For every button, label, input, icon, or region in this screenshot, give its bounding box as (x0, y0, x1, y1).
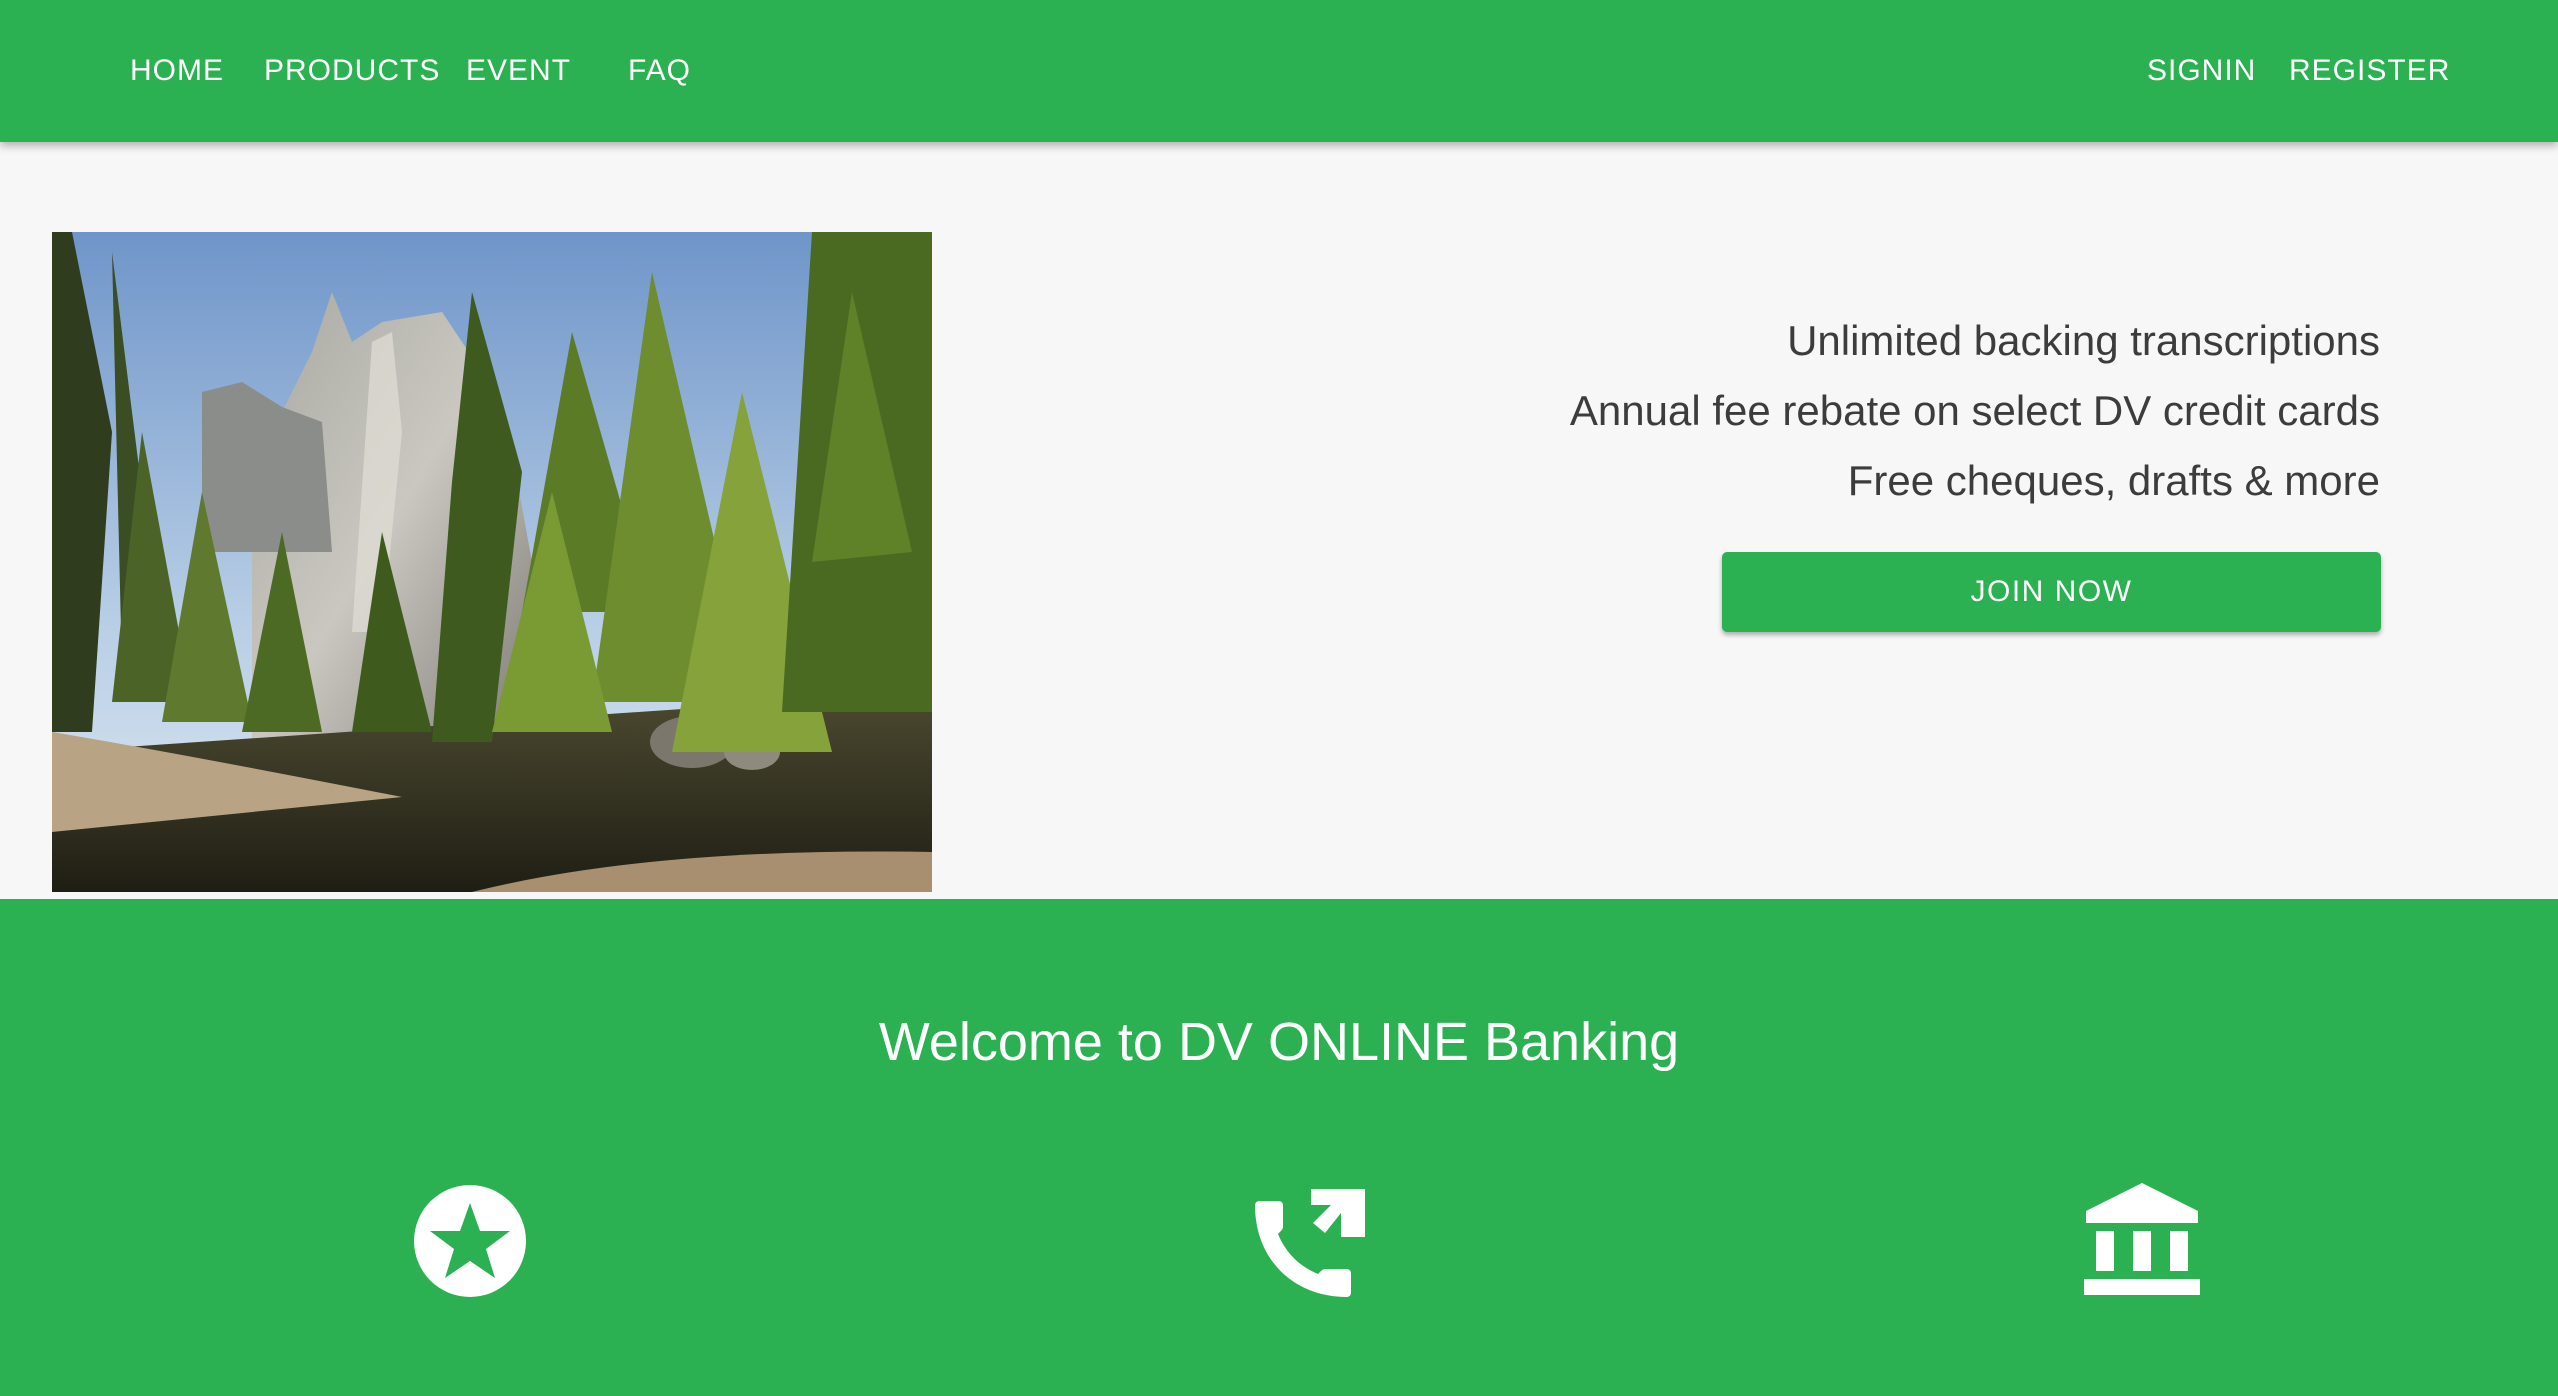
star-circle-icon (408, 1179, 532, 1303)
perk-free-cheques: Free cheques, drafts & more (1847, 457, 2380, 504)
hero-section: Unlimited backing transcriptions Annual … (0, 142, 2558, 899)
nav-register-link[interactable]: REGISTER (2289, 52, 2450, 90)
nav-products-link[interactable]: PRODUCTS (264, 52, 440, 90)
nav-signin-link[interactable]: SIGNIN (2147, 52, 2256, 90)
nav-event-link[interactable]: EVENT (466, 52, 571, 90)
welcome-title: Welcome to DV ONLINE Banking (878, 1012, 1680, 1072)
hero-landscape-image (52, 232, 932, 892)
perk-unlimited-transcriptions: Unlimited backing transcriptions (1787, 317, 2380, 364)
welcome-section: Welcome to DV ONLINE Banking (0, 899, 2558, 1396)
phone-callback-icon (1245, 1179, 1369, 1303)
nav-home-link[interactable]: HOME (130, 52, 224, 90)
perk-annual-fee-rebate: Annual fee rebate on select DV credit ca… (1569, 387, 2380, 434)
nav-faq-link[interactable]: FAQ (628, 52, 691, 90)
bank-icon (2080, 1179, 2204, 1303)
top-navbar: HOME PRODUCTS EVENT FAQ SIGNIN REGISTER (0, 0, 2558, 142)
join-now-button[interactable]: JOIN NOW (1722, 552, 2381, 632)
